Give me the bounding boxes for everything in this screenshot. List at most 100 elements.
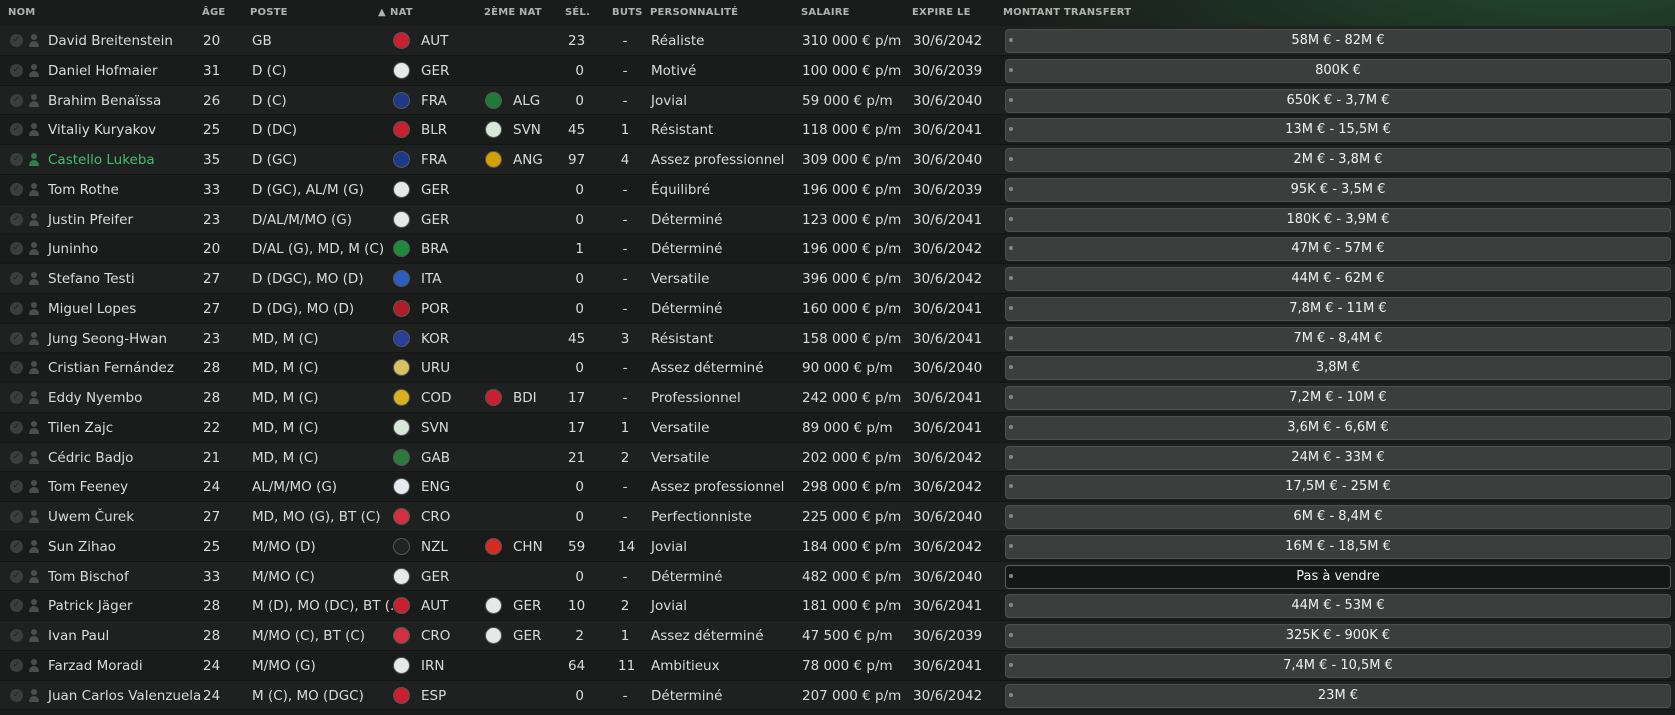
player-nat[interactable]: AUT xyxy=(421,33,448,49)
check-icon[interactable]: ✓ xyxy=(10,272,23,285)
check-icon[interactable]: ✓ xyxy=(10,361,23,375)
transfer-value-bar[interactable]: 47M € - 57M € xyxy=(1005,237,1671,262)
transfer-value-bar[interactable]: 7,4M € - 10,5M € xyxy=(1005,653,1671,678)
table-row[interactable]: ✓ Uwem Čurek 27 MD, MO (G), BT (C) CRO 0 - Perf… xyxy=(0,502,1675,532)
header-expires[interactable]: EXPIRE LE xyxy=(912,7,971,18)
check-icon[interactable]: ✓ xyxy=(10,123,23,137)
check-icon[interactable]: ✓ xyxy=(10,182,23,196)
table-row[interactable]: ✓ Vitaliy Kuryakov 25 D (DC) BLR SVN 45 1 Résist… xyxy=(0,115,1675,145)
player-name[interactable]: Brahim Benaïssa xyxy=(48,93,161,109)
player-nat[interactable]: CRO xyxy=(421,628,450,644)
player-name[interactable]: David Breitenstein xyxy=(48,33,173,49)
player-nat[interactable]: FRA xyxy=(421,93,447,109)
table-row[interactable]: ✓ Tom Rothe 33 D (GC), AL/M (G) GER 0 - Équilib… xyxy=(0,174,1675,205)
transfer-value-bar[interactable]: Pas à vendre xyxy=(1005,564,1671,589)
check-icon[interactable]: ✓ xyxy=(10,153,23,166)
check-icon[interactable]: ✓ xyxy=(10,391,23,404)
check-icon[interactable]: ✓ xyxy=(10,63,23,77)
player-nat[interactable]: BRA xyxy=(421,241,448,257)
table-row[interactable]: ✓ Farzad Moradi 24 M/MO (G) IRN 64 11 Ambitieux… xyxy=(0,650,1675,681)
transfer-value-bar[interactable]: 13M € - 15,5M € xyxy=(1005,118,1671,143)
check-icon[interactable]: ✓ xyxy=(10,242,23,256)
header-nat[interactable]: NAT xyxy=(390,7,413,18)
player-name[interactable]: Jung Seong-Hwan xyxy=(48,331,167,347)
player-second-nat[interactable]: BDI xyxy=(513,390,537,406)
table-row[interactable]: ✓ Justin Pfeifer 23 D/AL/M/MO (G) GER 0 - Déter… xyxy=(0,204,1675,235)
check-icon[interactable]: ✓ xyxy=(10,539,23,553)
player-nat[interactable]: ENG xyxy=(421,479,450,495)
player-nat[interactable]: GER xyxy=(421,63,449,79)
check-icon[interactable]: ✓ xyxy=(10,658,23,672)
player-nat[interactable]: GAB xyxy=(421,450,450,466)
player-nat[interactable]: GER xyxy=(421,182,449,198)
check-icon[interactable]: ✓ xyxy=(10,331,23,345)
player-name[interactable]: Tom Rothe xyxy=(48,182,119,198)
player-name[interactable]: Daniel Hofmaier xyxy=(48,63,158,79)
check-icon[interactable]: ✓ xyxy=(10,569,23,583)
check-icon[interactable]: ✓ xyxy=(10,420,23,434)
check-icon[interactable]: ✓ xyxy=(10,301,23,315)
player-nat[interactable]: POR xyxy=(421,301,449,317)
player-nat[interactable]: GER xyxy=(421,212,449,228)
player-name[interactable]: Cédric Badjo xyxy=(48,450,133,466)
player-name[interactable]: Tom Bischof xyxy=(48,569,129,585)
player-name[interactable]: Eddy Nyembo xyxy=(48,390,142,406)
transfer-value-bar[interactable]: 650K € - 3,7M € xyxy=(1005,88,1671,113)
player-nat[interactable]: GER xyxy=(421,569,449,585)
table-row[interactable]: ✓ Brahim Benaïssa 26 D (C) FRA ALG 0 - Jovial 59 … xyxy=(0,85,1675,116)
transfer-value-bar[interactable]: 17,5M € - 25M € xyxy=(1005,475,1671,500)
transfer-value-bar[interactable]: 58M € - 82M € xyxy=(1005,29,1671,53)
table-row[interactable]: ✓ Tom Feeney 24 AL/M/MO (G) ENG 0 - Assez profe… xyxy=(0,472,1675,502)
player-name[interactable]: Farzad Moradi xyxy=(48,658,143,674)
check-icon[interactable]: ✓ xyxy=(10,629,23,642)
player-name[interactable]: Miguel Lopes xyxy=(48,301,136,317)
header-transfer[interactable]: MONTANT TRANSFERT xyxy=(1003,7,1131,18)
player-nat[interactable]: CRO xyxy=(421,509,450,525)
player-name[interactable]: Vitaliy Kuryakov xyxy=(48,122,156,138)
player-name[interactable]: Juninho xyxy=(48,241,98,257)
header-goals[interactable]: BUTS xyxy=(612,7,643,18)
player-name[interactable]: Uwem Čurek xyxy=(48,509,134,525)
player-nat[interactable]: ITA xyxy=(421,271,441,287)
transfer-value-bar[interactable]: 2M € - 3,8M € xyxy=(1005,148,1671,172)
player-second-nat[interactable]: ALG xyxy=(513,93,540,109)
table-row[interactable]: ✓ Juninho 20 D/AL (G), MD, M (C) BRA 1 - Déterm… xyxy=(0,234,1675,264)
transfer-value-bar[interactable]: 24M € - 33M € xyxy=(1005,445,1671,470)
table-row[interactable]: ✓ Sun Zihao 25 M/MO (D) NZL CHN 59 14 Jovial 184 … xyxy=(0,531,1675,562)
player-name[interactable]: Cristian Fernández xyxy=(48,360,174,376)
transfer-value-bar[interactable]: 180K € - 3,9M € xyxy=(1005,207,1671,232)
header-wage[interactable]: SALAIRE xyxy=(801,7,850,18)
table-row[interactable]: ✓ Miguel Lopes 27 D (DG), MO (D) POR 0 - Déterm… xyxy=(0,293,1675,324)
player-nat[interactable]: KOR xyxy=(421,331,449,347)
table-row[interactable]: ✓ Ivan Paul 28 M/MO (C), BT (C) CRO GER 2 1 Asse… xyxy=(0,621,1675,651)
player-nat[interactable]: BLR xyxy=(421,122,447,138)
transfer-value-bar[interactable]: 95K € - 3,5M € xyxy=(1005,177,1671,202)
player-name[interactable]: Juan Carlos Valenzuela xyxy=(48,688,201,704)
table-row[interactable]: ✓ Tom Bischof 33 M/MO (C) GER 0 - Déterminé 482 … xyxy=(0,561,1675,592)
transfer-value-bar[interactable]: 325K € - 900K € xyxy=(1005,624,1671,648)
transfer-value-bar[interactable]: 7,2M € - 10M € xyxy=(1005,386,1671,410)
player-nat[interactable]: URU xyxy=(421,360,450,376)
player-name[interactable]: Justin Pfeifer xyxy=(48,212,133,228)
player-nat[interactable]: ESP xyxy=(421,688,446,704)
table-row[interactable]: ✓ Juan Carlos Valenzuela 24 M (C), MO (DGC)… xyxy=(0,680,1675,711)
check-icon[interactable]: ✓ xyxy=(10,510,23,523)
player-nat[interactable]: COD xyxy=(421,390,451,406)
table-row[interactable]: ✓ Cristian Fernández 28 MD, M (C) URU 0 - Assez… xyxy=(0,353,1675,383)
transfer-value-bar[interactable]: 7,8M € - 11M € xyxy=(1005,296,1671,321)
transfer-value-bar[interactable]: 7M € - 8,4M € xyxy=(1005,326,1671,351)
check-icon[interactable]: ✓ xyxy=(10,93,23,107)
table-row[interactable]: ✓ Cédric Badjo 21 MD, M (C) GAB 21 2 Versatile 2… xyxy=(0,442,1675,473)
player-second-nat[interactable]: ANG xyxy=(513,152,543,168)
player-name[interactable]: Tom Feeney xyxy=(48,479,128,495)
player-name[interactable]: Ivan Paul xyxy=(48,628,109,644)
check-icon[interactable]: ✓ xyxy=(10,688,23,702)
player-second-nat[interactable]: CHN xyxy=(513,539,543,555)
player-name[interactable]: Patrick Jäger xyxy=(48,598,133,614)
player-nat[interactable]: NZL xyxy=(421,539,448,555)
transfer-value-bar[interactable]: 6M € - 8,4M € xyxy=(1005,505,1671,529)
header-age[interactable]: ÂGE xyxy=(202,7,225,18)
check-icon[interactable]: ✓ xyxy=(10,212,23,226)
transfer-value-bar[interactable]: 3,8M € xyxy=(1005,356,1671,381)
player-name[interactable]: Sun Zihao xyxy=(48,539,116,555)
